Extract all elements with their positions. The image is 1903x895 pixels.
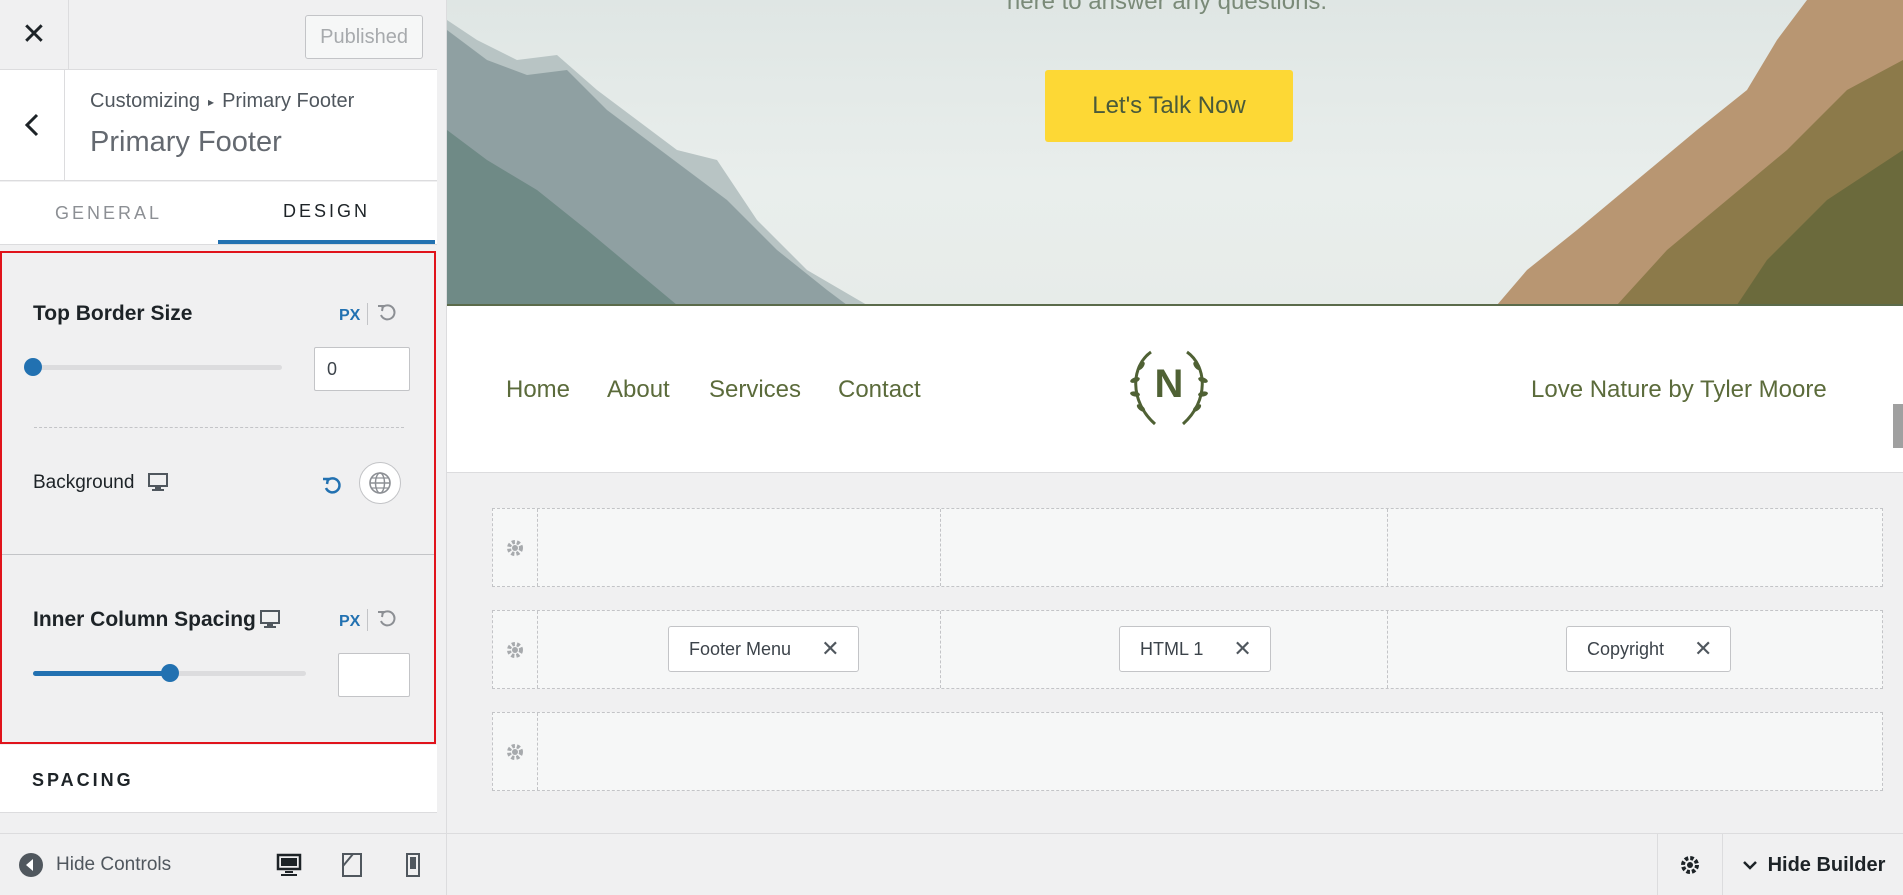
chevron-down-icon xyxy=(1742,861,1757,870)
chip-label: HTML 1 xyxy=(1140,638,1204,659)
panel-header: Customizing ▸ Primary Footer Primary Foote… xyxy=(0,70,437,181)
remove-chip-close-icon[interactable]: ✕ xyxy=(1233,636,1251,662)
inner-column-spacing-input[interactable] xyxy=(338,653,410,697)
background-label: Background xyxy=(33,472,135,493)
gear-icon xyxy=(507,743,523,760)
hide-controls-button[interactable]: Hide Controls xyxy=(18,852,171,878)
copyright-chip[interactable]: Copyright ✕ xyxy=(1566,626,1732,672)
lets-talk-now-button[interactable]: Let's Talk Now xyxy=(1045,70,1293,142)
column-separator xyxy=(1387,611,1388,688)
back-button[interactable] xyxy=(0,70,65,180)
builder-settings-button[interactable] xyxy=(1657,834,1722,895)
divider xyxy=(34,427,404,428)
row-settings-button[interactable] xyxy=(493,611,538,688)
background-reset-icon[interactable] xyxy=(321,475,343,497)
mobile-preview-icon[interactable] xyxy=(400,852,426,878)
logo-letter: N xyxy=(1154,362,1184,406)
unit-separator xyxy=(367,609,368,631)
customizer-topbar: ✕ Published xyxy=(0,0,437,70)
hide-builder-button[interactable]: Hide Builder xyxy=(1722,834,1903,895)
desktop-monitor-icon[interactable] xyxy=(259,609,281,629)
reset-icon[interactable] xyxy=(376,608,398,630)
reset-icon[interactable] xyxy=(376,302,398,324)
tab-design[interactable]: DESIGN xyxy=(218,182,435,244)
breadcrumb-arrow-icon: ▸ xyxy=(208,94,215,109)
builder-row-top[interactable] xyxy=(492,508,1883,587)
gear-icon xyxy=(507,641,523,658)
panel-tabs: GENERAL DESIGN xyxy=(0,182,437,245)
gear-icon xyxy=(507,539,523,556)
inner-spacing-slider-fill xyxy=(33,671,170,676)
inner-spacing-slider-thumb[interactable] xyxy=(160,664,179,682)
top-border-unit-px[interactable]: PX xyxy=(339,307,360,325)
tab-general[interactable]: GENERAL xyxy=(0,182,217,244)
inner-column-spacing-title: Inner Column Spacing xyxy=(33,608,256,631)
breadcrumb-root: Customizing xyxy=(90,90,201,112)
hide-controls-label: Hide Controls xyxy=(56,854,172,875)
customizer-sidebar: ✕ Published Customizing ▸ Primary Footer P… xyxy=(0,0,447,895)
panel-title: Primary Footer xyxy=(90,126,282,158)
site-preview: here to answer any questions. Let's Talk… xyxy=(447,0,1903,895)
column-separator xyxy=(940,611,941,688)
chevron-left-icon xyxy=(24,113,39,137)
footer-menu-chip[interactable]: Footer Menu ✕ xyxy=(668,626,859,672)
top-border-slider-thumb[interactable] xyxy=(24,358,42,376)
hero-subtext: here to answer any questions. xyxy=(1006,0,1328,15)
collapse-arrow-icon xyxy=(19,853,43,877)
remove-chip-close-icon[interactable]: ✕ xyxy=(821,636,839,662)
desktop-preview-icon[interactable] xyxy=(276,852,302,878)
tablet-preview-icon[interactable] xyxy=(339,852,365,878)
row-settings-button[interactable] xyxy=(493,509,538,586)
unit-separator xyxy=(367,303,368,325)
section-divider xyxy=(2,554,434,555)
footer-nav-services[interactable]: Services xyxy=(709,376,801,404)
mountain-background-image xyxy=(447,0,1903,305)
customizer-footer-bar: Hide Controls xyxy=(0,833,446,895)
hide-builder-label: Hide Builder xyxy=(1767,853,1886,876)
column-separator xyxy=(1387,509,1388,586)
site-logo[interactable]: N xyxy=(1121,346,1217,432)
column-separator xyxy=(940,509,941,586)
close-icon: ✕ xyxy=(21,18,47,51)
site-credit-text: Love Nature by Tyler Moore xyxy=(1531,376,1827,403)
primary-footer-preview: Home About Services Contact N Love Natur… xyxy=(447,306,1903,473)
footer-builder: Footer Menu ✕ HTML 1 ✕ Copyright ✕ xyxy=(447,473,1903,833)
breadcrumb-current: Primary Footer xyxy=(222,90,355,112)
preview-scrollbar[interactable] xyxy=(1893,404,1903,448)
footer-nav-home[interactable]: Home xyxy=(506,376,570,404)
desktop-monitor-icon[interactable] xyxy=(147,472,169,492)
top-border-size-input[interactable] xyxy=(314,347,410,391)
builder-bottom-bar: Hide Builder xyxy=(447,833,1903,895)
chip-label: Footer Menu xyxy=(689,638,792,659)
html-1-chip[interactable]: HTML 1 ✕ xyxy=(1119,626,1271,672)
top-border-size-title: Top Border Size xyxy=(33,302,193,325)
hero-section: here to answer any questions. Let's Talk… xyxy=(447,0,1903,305)
top-border-slider-track[interactable] xyxy=(33,365,282,370)
builder-row-main[interactable]: Footer Menu ✕ HTML 1 ✕ Copyright ✕ xyxy=(492,610,1883,689)
footer-nav-contact[interactable]: Contact xyxy=(838,376,921,404)
close-customizer-button[interactable]: ✕ xyxy=(0,0,69,69)
globe-icon xyxy=(369,472,391,494)
inner-spacing-unit-px[interactable]: PX xyxy=(339,613,360,631)
background-color-picker-button[interactable] xyxy=(359,462,401,504)
chip-label: Copyright xyxy=(1587,638,1665,659)
row-settings-button[interactable] xyxy=(493,713,538,790)
footer-nav-about[interactable]: About xyxy=(607,376,670,404)
spacing-section-label: SPACING xyxy=(32,770,134,790)
remove-chip-close-icon[interactable]: ✕ xyxy=(1694,636,1712,662)
breadcrumb: Customizing ▸ Primary Footer xyxy=(90,90,354,113)
gear-icon xyxy=(1681,856,1699,874)
published-button[interactable]: Published xyxy=(305,15,423,59)
builder-row-bottom[interactable] xyxy=(492,712,1883,791)
spacing-section[interactable]: SPACING xyxy=(0,745,437,813)
